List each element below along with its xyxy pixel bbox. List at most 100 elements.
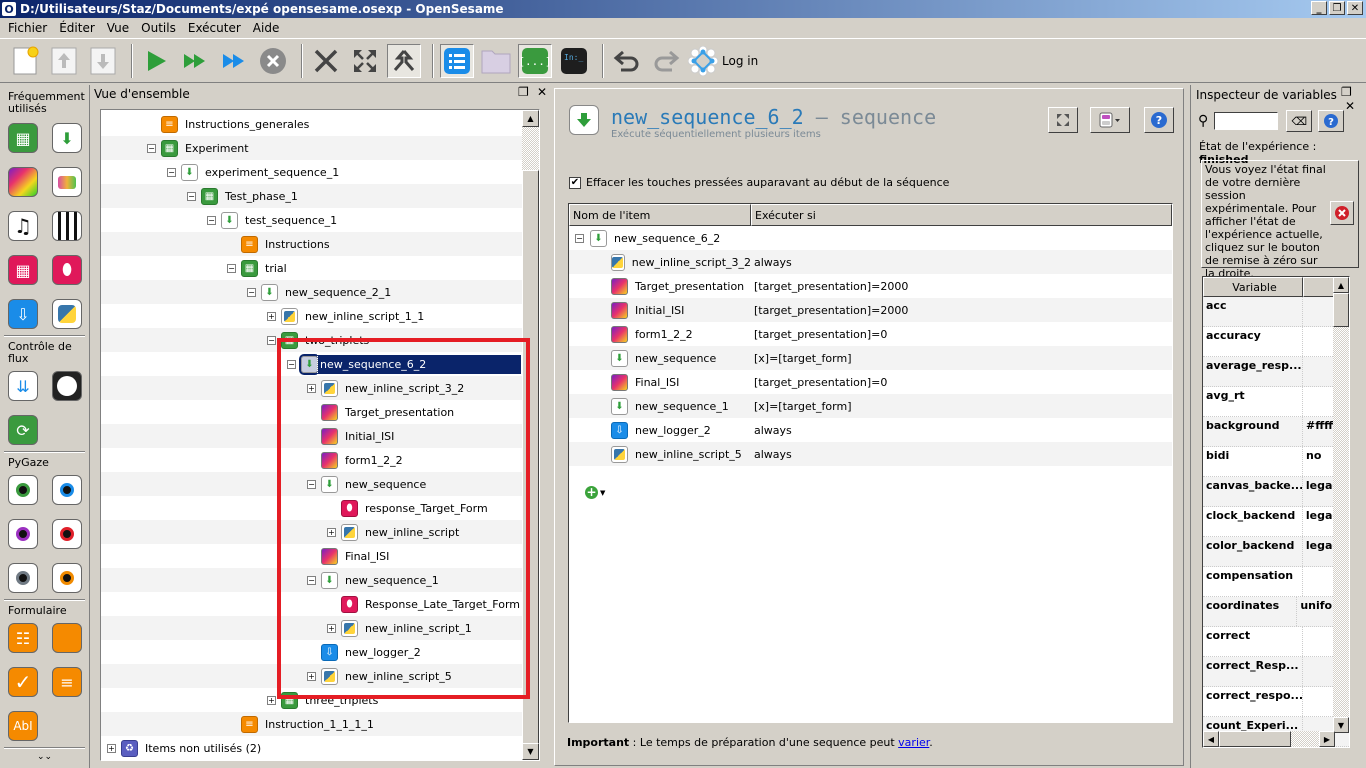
tree-item[interactable]: − ⬇ test_sequence_1: [101, 208, 539, 232]
tree-item[interactable]: − ⬇ new_sequence: [101, 472, 539, 496]
variable-row[interactable]: coordinates uniform: [1203, 597, 1349, 627]
tree-item[interactable]: − ▦ Experiment: [101, 136, 539, 160]
inspector-close-button[interactable]: ✕: [1345, 99, 1355, 113]
run-if-value[interactable]: always: [751, 424, 792, 437]
form-base-icon[interactable]: [52, 623, 82, 653]
collapse-icon[interactable]: −: [287, 359, 296, 369]
close-button[interactable]: ✕: [1347, 1, 1363, 15]
variable-row[interactable]: average_resp...: [1203, 357, 1349, 387]
collapse-icon[interactable]: −: [247, 287, 256, 297]
maximize-editor-button[interactable]: [1048, 107, 1078, 133]
restore-button[interactable]: ❐: [1329, 1, 1345, 15]
variable-row[interactable]: correct_respo...: [1203, 687, 1349, 717]
expand-icon[interactable]: +: [107, 743, 116, 753]
run-if-value[interactable]: always: [751, 256, 792, 269]
sequence-root-row[interactable]: − ⬇ new_sequence_6_2: [569, 226, 1172, 250]
collapse-icon[interactable]: −: [167, 167, 176, 177]
overview-close-button[interactable]: ✕: [537, 85, 547, 99]
collapse-icon[interactable]: −: [187, 191, 196, 201]
scroll-down-button[interactable]: ▼: [1333, 717, 1349, 733]
redo-button[interactable]: [649, 44, 683, 78]
sampler-item-icon[interactable]: ♫: [8, 211, 38, 241]
scroll-thumb[interactable]: [522, 170, 539, 745]
loop-item-icon[interactable]: ▦: [8, 123, 38, 153]
save-button[interactable]: [86, 44, 120, 78]
form-consent-icon[interactable]: ✓: [8, 667, 38, 697]
advanced-delay-item-icon[interactable]: [52, 371, 82, 401]
variable-hscrollbar[interactable]: ◀ ▶: [1203, 731, 1335, 747]
tree-item[interactable]: − ▦ trial: [101, 256, 539, 280]
tree-item[interactable]: + new_inline_script_1: [101, 616, 539, 640]
run-if-value[interactable]: always: [751, 448, 792, 461]
inspector-help-button[interactable]: ?: [1318, 110, 1345, 132]
checkbox-checked[interactable]: ✔: [569, 176, 581, 189]
variable-row[interactable]: canvas_backe... legacy: [1203, 477, 1349, 507]
overview-scrollbar[interactable]: ▲ ▼: [522, 110, 539, 760]
tree-item[interactable]: ⬮ Response_Late_Target_Form: [101, 592, 539, 616]
sequence-item-row[interactable]: form1_2_2 [target_presentation]=0: [569, 322, 1172, 346]
coroutines-item-icon[interactable]: ⇊: [8, 371, 38, 401]
overview-float-button[interactable]: ❐: [518, 85, 529, 99]
variable-row[interactable]: acc: [1203, 297, 1349, 327]
variable-vscrollbar[interactable]: ▲ ▼: [1333, 277, 1349, 733]
minimize-button[interactable]: _: [1311, 1, 1327, 15]
run-if-value[interactable]: [target_presentation]=0: [751, 376, 887, 389]
sequence-item-row[interactable]: Initial_ISI [target_presentation]=2000: [569, 298, 1172, 322]
column-header-variable[interactable]: Variable: [1203, 277, 1303, 297]
new-experiment-button[interactable]: [8, 44, 42, 78]
form-multiple-choice-icon[interactable]: ☷: [8, 623, 38, 653]
tree-item[interactable]: + new_inline_script_5: [101, 664, 539, 688]
variable-row[interactable]: clock_backend legacy: [1203, 507, 1349, 537]
run-if-value[interactable]: [target_presentation]=2000: [751, 304, 908, 317]
collapse-icon[interactable]: −: [307, 479, 316, 489]
keyboard-response-item-icon[interactable]: ▦: [8, 255, 38, 285]
variable-row[interactable]: avg_rt: [1203, 387, 1349, 417]
clear-search-button[interactable]: ⌫: [1286, 110, 1313, 132]
tree-item[interactable]: + ▦ three_triplets: [101, 688, 539, 712]
variable-row[interactable]: color_backend legacy: [1203, 537, 1349, 567]
collapse-icon[interactable]: −: [227, 263, 236, 273]
file-pool-button[interactable]: [479, 44, 513, 78]
tree-item[interactable]: + ♻ Items non utilisés (2): [101, 736, 539, 760]
append-item-button[interactable]: + ▼: [585, 486, 605, 499]
menu-editer[interactable]: Éditer: [53, 21, 101, 35]
pygaze-wait-icon[interactable]: [52, 563, 82, 593]
synth-item-icon[interactable]: [52, 211, 82, 241]
sequence-item-icon[interactable]: ⬇: [52, 123, 82, 153]
expand-icon[interactable]: +: [307, 671, 316, 681]
tree-item[interactable]: form1_2_2: [101, 448, 539, 472]
menu-vue[interactable]: Vue: [101, 21, 135, 35]
login-button[interactable]: Log in: [688, 45, 758, 76]
tree-item[interactable]: + new_inline_script_1_1: [101, 304, 539, 328]
collapse-icon[interactable]: −: [307, 575, 316, 585]
scroll-right-button[interactable]: ▶: [1319, 731, 1335, 747]
close-all-tabs-button[interactable]: [309, 44, 343, 78]
sequence-item-row[interactable]: ⬇ new_sequence [x]=[target_form]: [569, 346, 1172, 370]
varier-link[interactable]: varier: [898, 736, 929, 749]
stop-button[interactable]: [256, 44, 290, 78]
pygaze-log-icon[interactable]: [8, 519, 38, 549]
overview-toggle-button[interactable]: [440, 43, 474, 78]
flush-keyboard-checkbox[interactable]: ✔ Effacer les touches pressées auparavan…: [569, 176, 949, 189]
collapse-icon[interactable]: −: [575, 233, 584, 243]
scroll-up-button[interactable]: ▲: [522, 110, 539, 127]
variable-row[interactable]: correct_Resp...: [1203, 657, 1349, 687]
inspector-float-button[interactable]: ❐: [1341, 85, 1352, 99]
view-options-button[interactable]: [1090, 107, 1130, 133]
expand-icon[interactable]: +: [327, 527, 336, 537]
tree-item[interactable]: − ▦ Test_phase_1: [101, 184, 539, 208]
run-if-value[interactable]: [target_presentation]=0: [751, 328, 887, 341]
variable-row[interactable]: compensation: [1203, 567, 1349, 597]
merge-button[interactable]: [387, 43, 421, 78]
menu-executer[interactable]: Exécuter: [182, 21, 247, 35]
collapse-icon[interactable]: −: [267, 335, 276, 345]
tree-item[interactable]: − ▦ two_triplets: [101, 328, 539, 352]
expand-icon[interactable]: +: [267, 695, 276, 705]
column-header-run-if[interactable]: Exécuter si: [751, 204, 1172, 226]
variable-row[interactable]: bidi no: [1203, 447, 1349, 477]
tree-item[interactable]: − ⬇ new_sequence_2_1: [101, 280, 539, 304]
variable-inspector-toggle-button[interactable]: [...]: [518, 43, 552, 78]
scroll-thumb[interactable]: [1333, 293, 1349, 327]
expand-icon[interactable]: +: [267, 311, 276, 321]
repeat-cycle-item-icon[interactable]: ⟳: [8, 415, 38, 445]
